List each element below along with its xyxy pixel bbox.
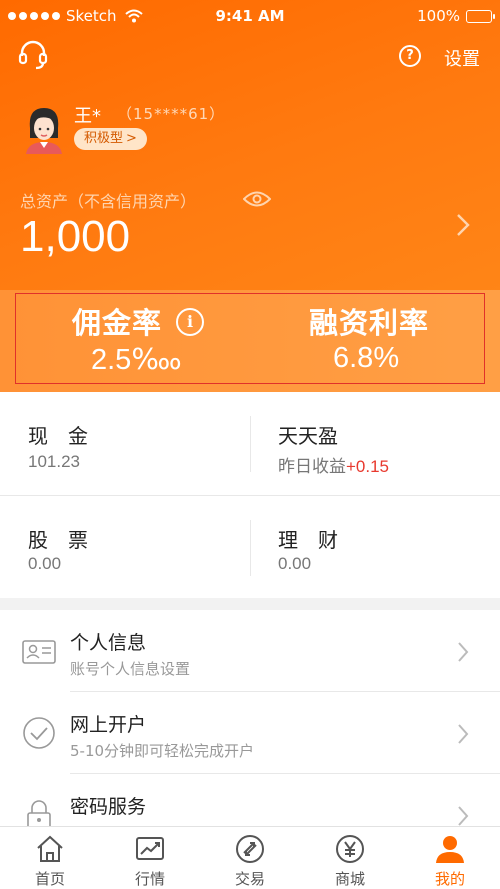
- user-name: 王*: [74, 106, 101, 127]
- check-circle-icon: [23, 717, 55, 749]
- divider: [250, 416, 251, 472]
- commission-rate-label: 佣金率: [72, 306, 163, 340]
- commission-rate-value: 2.5‱: [91, 344, 182, 376]
- battery-percent: 100%: [417, 7, 460, 25]
- account-balances: 现 金 101.23 天天盈 昨日收益+0.15 股 票 0.00 理 财 0.…: [0, 392, 500, 598]
- menu-item-password-service[interactable]: 密码服务: [0, 774, 500, 830]
- menu-subtitle: 5-10分钟即可轻松完成开户: [70, 742, 255, 760]
- risk-level-badge[interactable]: 积极型 >: [74, 128, 147, 150]
- settings-button[interactable]: 设置: [444, 45, 480, 71]
- tab-market[interactable]: 行情: [100, 827, 200, 889]
- menu-title: 个人信息: [70, 632, 147, 654]
- battery-icon: [466, 9, 495, 23]
- margin-rate-value: 6.8%: [333, 342, 400, 374]
- margin-rate-label: 融资利率: [309, 306, 430, 340]
- status-bar: Sketch 9:41 AM 100%: [0, 0, 500, 32]
- chart-icon: [136, 837, 164, 860]
- customer-service-icon[interactable]: [16, 38, 50, 72]
- total-assets-value[interactable]: 1,000: [20, 212, 130, 262]
- tiantianying-value: 昨日收益+0.15: [278, 452, 389, 477]
- divider: [0, 495, 500, 496]
- chevron-right-icon: >: [126, 131, 137, 146]
- menu-item-personal-info[interactable]: 个人信息 账号个人信息设置: [0, 610, 500, 692]
- yen-icon: [336, 835, 364, 863]
- lock-icon: [27, 800, 51, 830]
- tab-label: 商城: [334, 870, 365, 888]
- chevron-right-icon: [458, 806, 469, 826]
- divider: [250, 520, 251, 576]
- cash-title[interactable]: 现 金: [28, 420, 88, 449]
- menu-subtitle: 账号个人信息设置: [70, 660, 191, 678]
- tab-bar: 首页 行情 交易 商城 我的: [0, 826, 500, 889]
- cash-value: 101.23: [28, 452, 80, 471]
- chevron-right-icon: [458, 724, 469, 744]
- risk-level-label: 积极型: [84, 131, 124, 146]
- yesterday-income-value: +0.15: [346, 457, 390, 476]
- help-icon[interactable]: ?: [399, 45, 421, 67]
- eye-icon[interactable]: [243, 190, 271, 208]
- home-icon: [37, 835, 63, 862]
- total-assets-label: 总资产（不含信用资产）: [20, 192, 197, 211]
- user-phone: （15****61）: [117, 105, 226, 123]
- avatar[interactable]: [22, 104, 66, 154]
- tiantianying-title[interactable]: 天天盈: [278, 420, 338, 449]
- stocks-title[interactable]: 股 票: [28, 524, 88, 553]
- tab-mine[interactable]: 我的: [400, 827, 500, 889]
- tab-mall[interactable]: 商城: [300, 827, 400, 889]
- user-icon: [436, 836, 464, 863]
- menu-item-open-account[interactable]: 网上开户 5-10分钟即可轻松完成开户: [0, 692, 500, 774]
- wealth-value: 0.00: [278, 554, 312, 573]
- wealth-title[interactable]: 理 财: [278, 524, 338, 553]
- tab-label: 行情: [134, 870, 165, 888]
- menu-title: 密码服务: [70, 796, 147, 818]
- info-icon[interactable]: i: [176, 308, 204, 336]
- service-menu: 个人信息 账号个人信息设置 网上开户 5-10分钟即可轻松完成开户 密码服务: [0, 610, 500, 830]
- trade-icon: [236, 835, 264, 863]
- stocks-value: 0.00: [28, 554, 62, 573]
- yesterday-income-label: 昨日收益: [278, 457, 346, 476]
- chevron-right-icon[interactable]: [455, 212, 471, 238]
- tab-home[interactable]: 首页: [0, 827, 100, 889]
- chevron-right-icon: [458, 642, 469, 662]
- tab-trade[interactable]: 交易: [200, 827, 300, 889]
- tab-label: 首页: [34, 870, 65, 888]
- tab-label: 交易: [234, 870, 265, 888]
- id-card-icon: [22, 640, 56, 664]
- menu-title: 网上开户: [70, 714, 147, 736]
- tab-label: 我的: [434, 870, 465, 888]
